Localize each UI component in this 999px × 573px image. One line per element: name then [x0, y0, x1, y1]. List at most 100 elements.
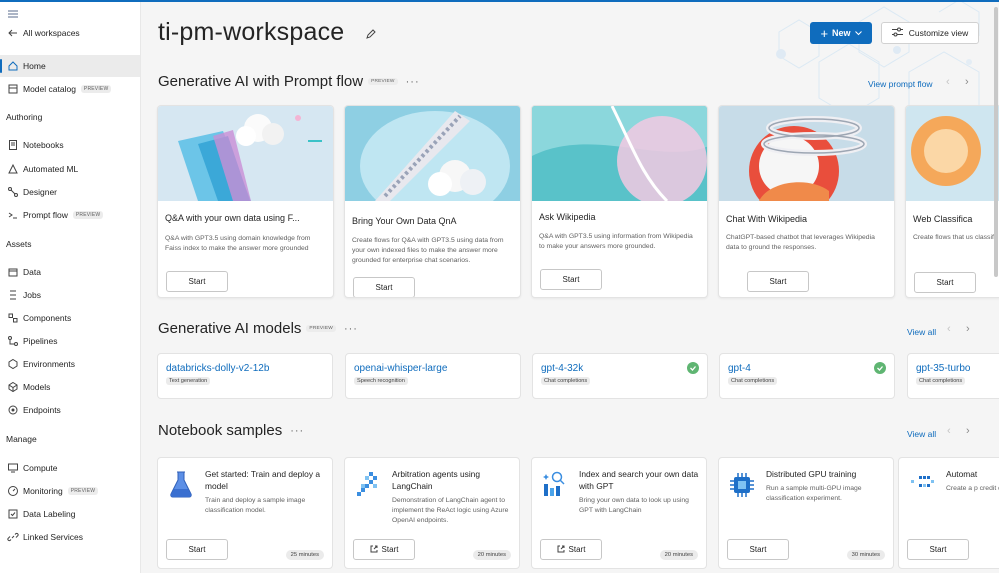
nav-linked-services-label: Linked Services	[23, 532, 84, 542]
view-all-models-link[interactable]: View all	[907, 327, 936, 337]
view-all-notebooks-link[interactable]: View all	[907, 429, 936, 439]
langchain-icon	[357, 472, 377, 496]
nav-models[interactable]: Models	[0, 376, 140, 398]
carousel-next-icon[interactable]: ›	[966, 323, 970, 335]
prompt-flow-card[interactable]: Ask Wikipedia Q&A with GPT3.5 using info…	[531, 105, 708, 298]
nav-pipelines[interactable]: Pipelines	[0, 330, 140, 352]
prompt-flow-card[interactable]: Chat With Wikipedia ChatGPT-based chatbo…	[718, 105, 895, 298]
start-button[interactable]: Start	[540, 539, 602, 560]
model-name[interactable]: gpt-4	[728, 363, 751, 374]
nav-jobs-label: Jobs	[23, 290, 41, 300]
settings-sliders-icon	[891, 27, 903, 39]
more-options-icon[interactable]: ···	[406, 76, 420, 88]
models-section-title: Generative AI models PREVIEW ···	[158, 320, 358, 337]
more-options-icon[interactable]: ···	[344, 323, 358, 335]
customize-view-button[interactable]: Customize view	[881, 22, 979, 44]
notebook-title: Arbitration agents using LangChain	[392, 469, 480, 491]
carousel-next-icon[interactable]: ›	[966, 425, 970, 437]
prompt-flow-card[interactable]: Web Classifica Create flows that us clas…	[905, 105, 999, 298]
preview-badge: PREVIEW	[67, 487, 99, 495]
nav-home[interactable]: Home	[0, 55, 140, 77]
nav-model-catalog[interactable]: Model catalog PREVIEW	[0, 78, 140, 100]
automl-blocks-icon	[911, 476, 934, 487]
view-prompt-flow-link[interactable]: View prompt flow	[868, 79, 933, 89]
nav-linked-services[interactable]: Linked Services	[0, 526, 140, 548]
nav-endpoints[interactable]: Endpoints	[0, 399, 140, 421]
model-name[interactable]: databricks-dolly-v2-12b	[166, 363, 269, 374]
model-name[interactable]: openai-whisper-large	[354, 363, 447, 374]
carousel-prev-icon[interactable]: ‹	[947, 323, 951, 335]
link-icon	[7, 531, 19, 543]
nav-data[interactable]: Data	[0, 261, 140, 283]
section-title-text: Notebook samples	[158, 422, 283, 439]
card-title: Web Classifica	[913, 214, 973, 224]
card-description: Create flows that us classify URLs into …	[913, 234, 999, 241]
vertical-scrollbar[interactable]	[994, 7, 998, 277]
nav-monitoring[interactable]: Monitoring PREVIEW	[0, 480, 140, 502]
edit-pencil-icon[interactable]	[365, 27, 376, 45]
preview-badge: PREVIEW	[80, 85, 112, 93]
notebook-card[interactable]: Get started: Train and deploy a model Tr…	[157, 457, 333, 569]
carousel-prev-icon[interactable]: ‹	[946, 76, 950, 88]
verified-check-icon	[874, 362, 886, 374]
new-button[interactable]: + New	[810, 22, 872, 44]
prompt-flow-card[interactable]: Q&A with your own data using F... Q&A wi…	[157, 105, 334, 298]
nav-components-label: Components	[23, 313, 72, 323]
notebook-card[interactable]: Automat Create a p credit defa Start	[898, 457, 999, 569]
start-button[interactable]: Start	[727, 539, 789, 560]
endpoints-icon	[7, 404, 19, 416]
notebook-card[interactable]: Index and search your own data with GPT …	[531, 457, 707, 569]
nav-endpoints-label: Endpoints	[23, 405, 61, 415]
model-task-tag: Text generation	[166, 377, 211, 385]
model-card[interactable]: gpt-35-turbo Chat completions	[907, 353, 999, 399]
card-title: Ask Wikipedia	[539, 212, 596, 222]
notebook-description: Bring your own data to look up using GPT…	[579, 497, 689, 514]
preview-badge: PREVIEW	[72, 211, 104, 219]
model-name[interactable]: gpt-4-32k	[541, 363, 583, 374]
carousel-prev-icon[interactable]: ‹	[947, 425, 951, 437]
card-image	[532, 106, 707, 201]
start-button[interactable]: Start	[747, 271, 809, 292]
notebook-description: Create a p credit defa	[946, 485, 999, 492]
start-label: Start	[375, 283, 393, 292]
nav-designer[interactable]: Designer	[0, 181, 140, 203]
notebook-icon	[7, 139, 19, 151]
nav-components[interactable]: Components	[0, 307, 140, 329]
carousel-next-icon[interactable]: ›	[965, 76, 969, 88]
model-card[interactable]: openai-whisper-large Speech recognition	[345, 353, 521, 399]
notebook-card[interactable]: Distributed GPU training Run a sample mu…	[718, 457, 894, 569]
model-name[interactable]: gpt-35-turbo	[916, 363, 970, 374]
start-button[interactable]: Start	[914, 272, 976, 293]
notebook-card[interactable]: Arbitration agents using LangChain Demon…	[344, 457, 520, 569]
nav-prompt-flow[interactable]: Prompt flow PREVIEW	[0, 204, 140, 226]
nav-automated-ml-label: Automated ML	[23, 164, 79, 174]
start-button[interactable]: Start	[166, 271, 228, 292]
start-button[interactable]: Start	[353, 277, 415, 297]
nav-jobs[interactable]: Jobs	[0, 284, 140, 306]
model-card[interactable]: databricks-dolly-v2-12b Text generation	[157, 353, 333, 399]
start-button[interactable]: Start	[353, 539, 415, 560]
prompt-flow-card[interactable]: Bring Your Own Data QnA Create flows for…	[344, 105, 521, 298]
model-card[interactable]: gpt-4 Chat completions	[719, 353, 895, 399]
model-task-tag: Chat completions	[728, 377, 778, 385]
nav-compute[interactable]: Compute	[0, 457, 140, 479]
start-button[interactable]: Start	[907, 539, 969, 560]
card-description: Create flows for Q&A with GPT3.5 using d…	[352, 237, 504, 264]
notebook-title: Index and search your own data with GPT	[579, 469, 699, 491]
notebook-description: Train and deploy a sample image classifi…	[205, 497, 306, 514]
card-description: Q&A with GPT3.5 using information from W…	[539, 233, 693, 250]
nav-environments[interactable]: Environments	[0, 353, 140, 375]
all-workspaces-label: All workspaces	[23, 28, 80, 38]
model-task-tag: Chat completions	[916, 377, 966, 385]
model-card[interactable]: gpt-4-32k Chat completions	[532, 353, 708, 399]
nav-notebooks[interactable]: Notebooks	[0, 134, 140, 156]
start-button[interactable]: Start	[166, 539, 228, 560]
more-options-icon[interactable]: ···	[290, 425, 304, 437]
model-task-tag: Speech recognition	[354, 377, 408, 385]
nav-data-labeling[interactable]: Data Labeling	[0, 503, 140, 525]
card-title: Bring Your Own Data QnA	[352, 216, 457, 226]
nav-automated-ml[interactable]: Automated ML	[0, 158, 140, 180]
start-button[interactable]: Start	[540, 269, 602, 290]
chevron-down-icon	[854, 28, 862, 38]
all-workspaces-link[interactable]: All workspaces	[0, 22, 140, 44]
